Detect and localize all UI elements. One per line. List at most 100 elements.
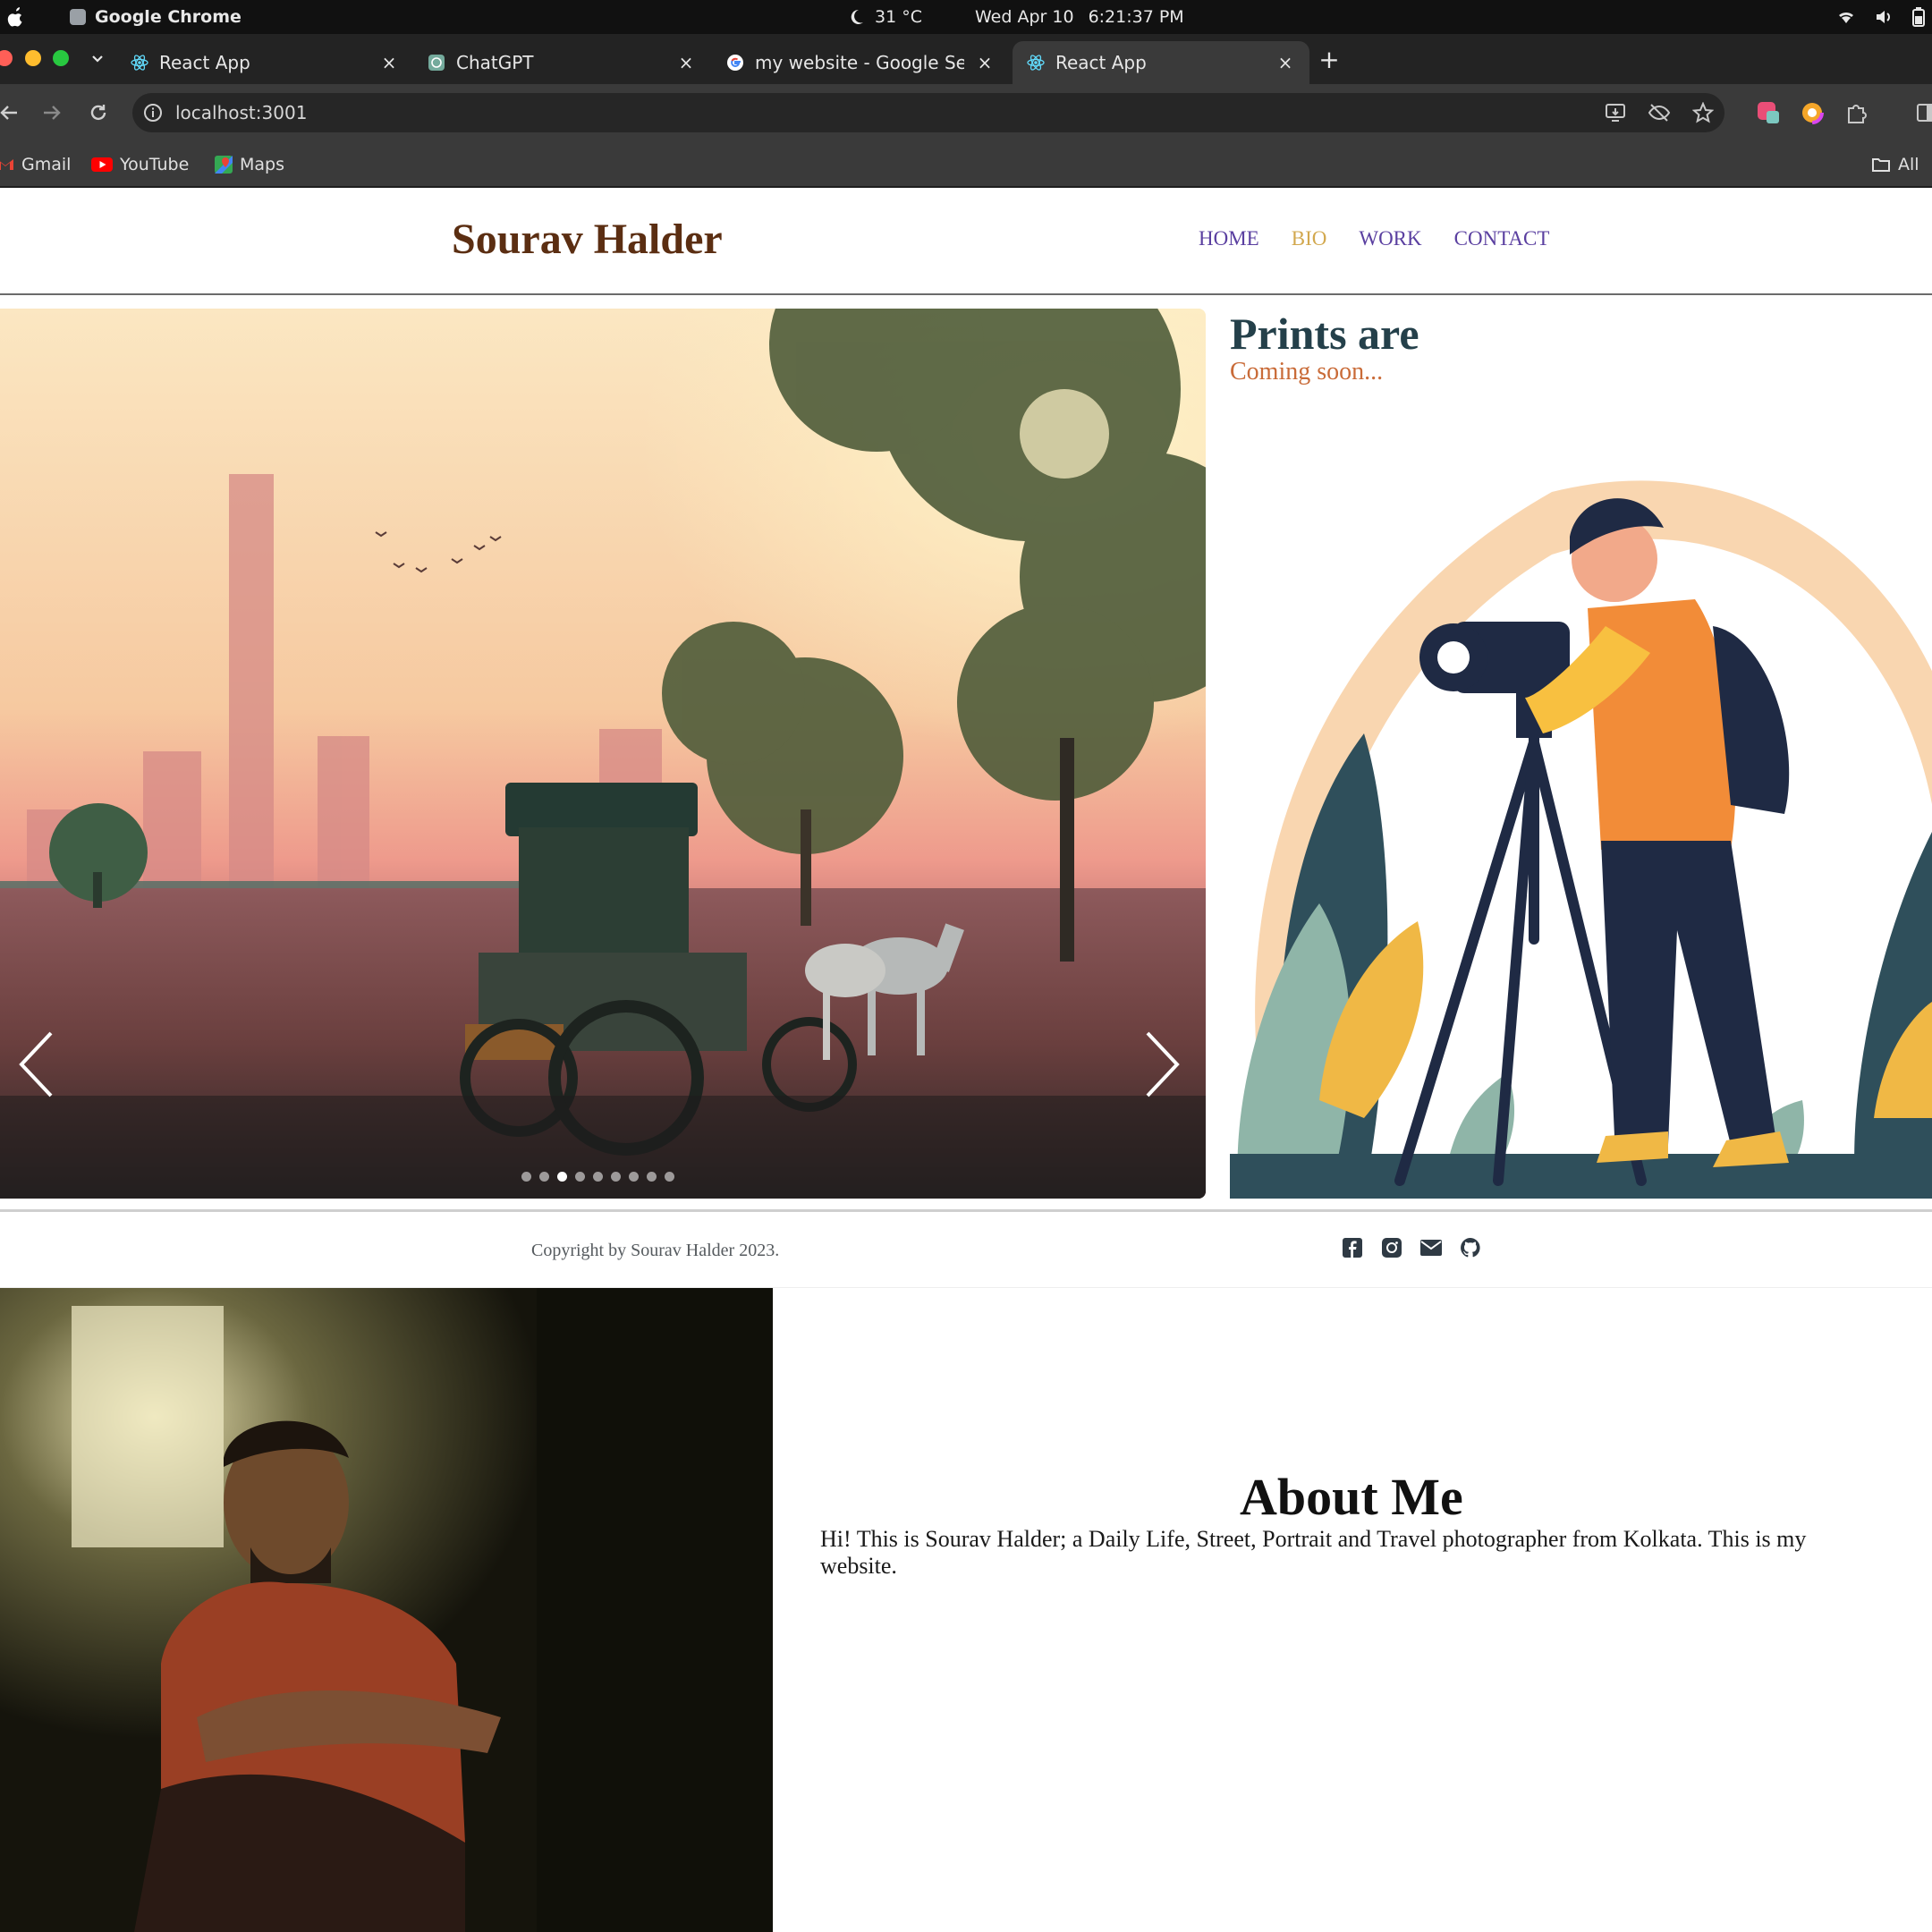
photographer-illustration: [1230, 474, 1932, 1199]
omnibox-actions: [1605, 93, 1714, 132]
youtube-icon: [91, 157, 113, 172]
weather-indicator[interactable]: 31 °C: [850, 0, 922, 34]
active-app-name: Google Chrome: [95, 7, 242, 27]
carousel-next-arrow[interactable]: [1134, 1024, 1188, 1105]
extensions-menu-button[interactable]: [1841, 97, 1873, 129]
side-panel-button[interactable]: [1911, 97, 1932, 129]
github-icon[interactable]: [1460, 1237, 1481, 1258]
carousel-indicator-dot[interactable]: [629, 1172, 639, 1182]
nav-work[interactable]: WORK: [1359, 227, 1421, 250]
battery-icon[interactable]: [1912, 7, 1925, 27]
google-icon: [726, 54, 744, 72]
new-tab-button[interactable]: +: [1315, 44, 1343, 74]
tab-title: React App: [159, 52, 250, 73]
social-links: [1342, 1237, 1481, 1258]
browser-tab-strip: React App × ChatGPT × my website - Googl…: [0, 34, 1932, 84]
window-maximize-button[interactable]: [53, 50, 69, 66]
tab-close-icon[interactable]: ×: [379, 52, 399, 73]
carousel-indicator-dot[interactable]: [521, 1172, 531, 1182]
active-app[interactable]: Google Chrome: [70, 0, 242, 34]
eye-off-icon[interactable]: [1648, 103, 1671, 123]
all-bookmarks-label: All: [1898, 155, 1919, 174]
react-icon: [1027, 54, 1045, 72]
prints-subtitle: Coming soon...: [1230, 358, 1384, 386]
carousel-slide-image: [0, 309, 1206, 1199]
puzzle-icon: [1848, 105, 1867, 123]
extension-button-1[interactable]: [1753, 97, 1785, 129]
carousel-indicators: [521, 1172, 674, 1182]
window-minimize-button[interactable]: [25, 50, 41, 66]
carousel-indicator-dot[interactable]: [557, 1172, 567, 1182]
forward-button[interactable]: [36, 97, 68, 129]
about-text: Hi! This is Sourav Halder; a Daily Life,…: [820, 1526, 1807, 1579]
prints-title: Prints are: [1230, 309, 1419, 359]
reload-button[interactable]: [82, 97, 114, 129]
carousel-indicator-dot[interactable]: [539, 1172, 549, 1182]
bookmark-maps[interactable]: Maps: [215, 150, 284, 179]
tab-google-search[interactable]: my website - Google Sea ×: [712, 41, 1009, 84]
tab-close-icon[interactable]: ×: [676, 52, 696, 73]
site-header: Sourav Halder HOME BIO WORK CONTACT: [0, 188, 1932, 295]
tab-chatgpt[interactable]: ChatGPT ×: [413, 41, 710, 84]
browser-toolbar: localhost:3001: [0, 84, 1932, 141]
install-app-icon[interactable]: [1605, 103, 1626, 123]
carousel-indicator-dot[interactable]: [611, 1172, 621, 1182]
volume-icon[interactable]: [1875, 9, 1893, 25]
about-title: About Me: [1240, 1468, 1463, 1526]
window-close-button[interactable]: [0, 50, 13, 66]
site-nav: HOME BIO WORK CONTACT: [1199, 227, 1549, 250]
arrow-left-icon: [0, 106, 17, 120]
carousel-indicator-dot[interactable]: [575, 1172, 585, 1182]
moon-icon: [851, 9, 863, 24]
tab-close-icon[interactable]: ×: [1275, 52, 1295, 73]
wifi-icon[interactable]: [1837, 10, 1855, 24]
plus-icon: +: [1318, 44, 1340, 74]
bookmark-label: Gmail: [21, 155, 72, 174]
portrait-photo: [0, 1288, 773, 1932]
nav-home[interactable]: HOME: [1199, 227, 1259, 250]
os-top-bar: Google Chrome 31 °C Wed Apr 10 6:21:37 P…: [0, 0, 1932, 34]
clock-date: Wed Apr 10: [975, 7, 1074, 27]
all-bookmarks[interactable]: All: [1871, 150, 1919, 179]
carousel-indicator-dot[interactable]: [593, 1172, 603, 1182]
tab-title: ChatGPT: [456, 52, 534, 73]
site-logo[interactable]: Sourav Halder: [452, 215, 723, 264]
maps-icon: [215, 156, 233, 174]
site-info-icon[interactable]: [143, 103, 163, 123]
apple-menu-icon[interactable]: [5, 0, 29, 34]
bookmarks-bar: Gmail YouTube Maps All: [0, 141, 1932, 188]
carousel-prev-arrow[interactable]: [11, 1024, 64, 1105]
side-panel-icon: [1917, 104, 1932, 122]
bookmark-gmail[interactable]: Gmail: [0, 150, 71, 179]
react-icon: [131, 54, 148, 72]
bookmark-youtube[interactable]: YouTube: [91, 150, 189, 179]
star-icon[interactable]: [1692, 102, 1714, 123]
back-button[interactable]: [0, 97, 25, 129]
carousel-indicator-dot[interactable]: [665, 1172, 674, 1182]
tab-react-app-active[interactable]: React App ×: [1013, 41, 1309, 84]
url-text[interactable]: localhost:3001: [175, 102, 307, 123]
chatgpt-icon: [428, 54, 445, 72]
tab-close-icon[interactable]: ×: [975, 52, 995, 73]
photo-carousel[interactable]: [0, 309, 1206, 1199]
mail-icon[interactable]: [1420, 1237, 1442, 1258]
nav-contact[interactable]: CONTACT: [1454, 227, 1550, 250]
address-bar[interactable]: localhost:3001: [132, 93, 1724, 132]
bookmark-label: YouTube: [120, 155, 190, 174]
tab-search-button[interactable]: [84, 43, 111, 75]
extension-button-2[interactable]: [1796, 97, 1828, 129]
system-tray: [1837, 0, 1925, 34]
instagram-icon[interactable]: [1381, 1237, 1402, 1258]
chevron-down-icon: [92, 55, 103, 63]
chrome-app-icon: [70, 9, 86, 25]
nav-bio[interactable]: BIO: [1292, 227, 1327, 250]
facebook-icon[interactable]: [1342, 1237, 1363, 1258]
folder-icon: [1872, 158, 1890, 172]
arrow-right-icon: [44, 106, 61, 120]
carousel-indicator-dot[interactable]: [647, 1172, 657, 1182]
gmail-icon: [0, 159, 13, 170]
tab-react-app-1[interactable]: React App ×: [116, 41, 413, 84]
bookmark-label: Maps: [240, 155, 284, 174]
clock[interactable]: Wed Apr 10 6:21:37 PM: [975, 0, 1184, 34]
site-footer: Copyright by Sourav Halder 2023.: [0, 1209, 1932, 1288]
